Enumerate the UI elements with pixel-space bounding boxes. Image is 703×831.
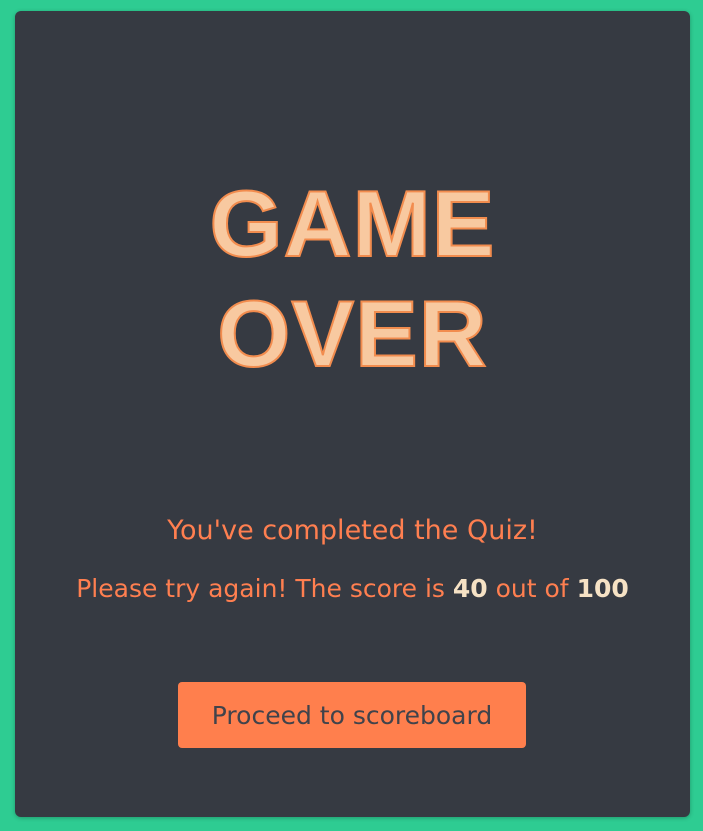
score-prefix: Please try again! The score is <box>76 574 445 603</box>
score-middle: out of <box>495 574 569 603</box>
score-value: 40 <box>452 574 488 603</box>
game-over-title-line-2: OVER <box>216 281 488 386</box>
completion-message: You've completed the Quiz! <box>167 515 538 546</box>
score-total: 100 <box>576 574 629 603</box>
score-message: Please try again! The score is 40 out of… <box>15 574 690 603</box>
game-over-card: GAME OVER You've completed the Quiz! Ple… <box>15 11 690 817</box>
proceed-to-scoreboard-button[interactable]: Proceed to scoreboard <box>178 682 526 748</box>
game-over-title-line-1: GAME <box>209 171 496 276</box>
